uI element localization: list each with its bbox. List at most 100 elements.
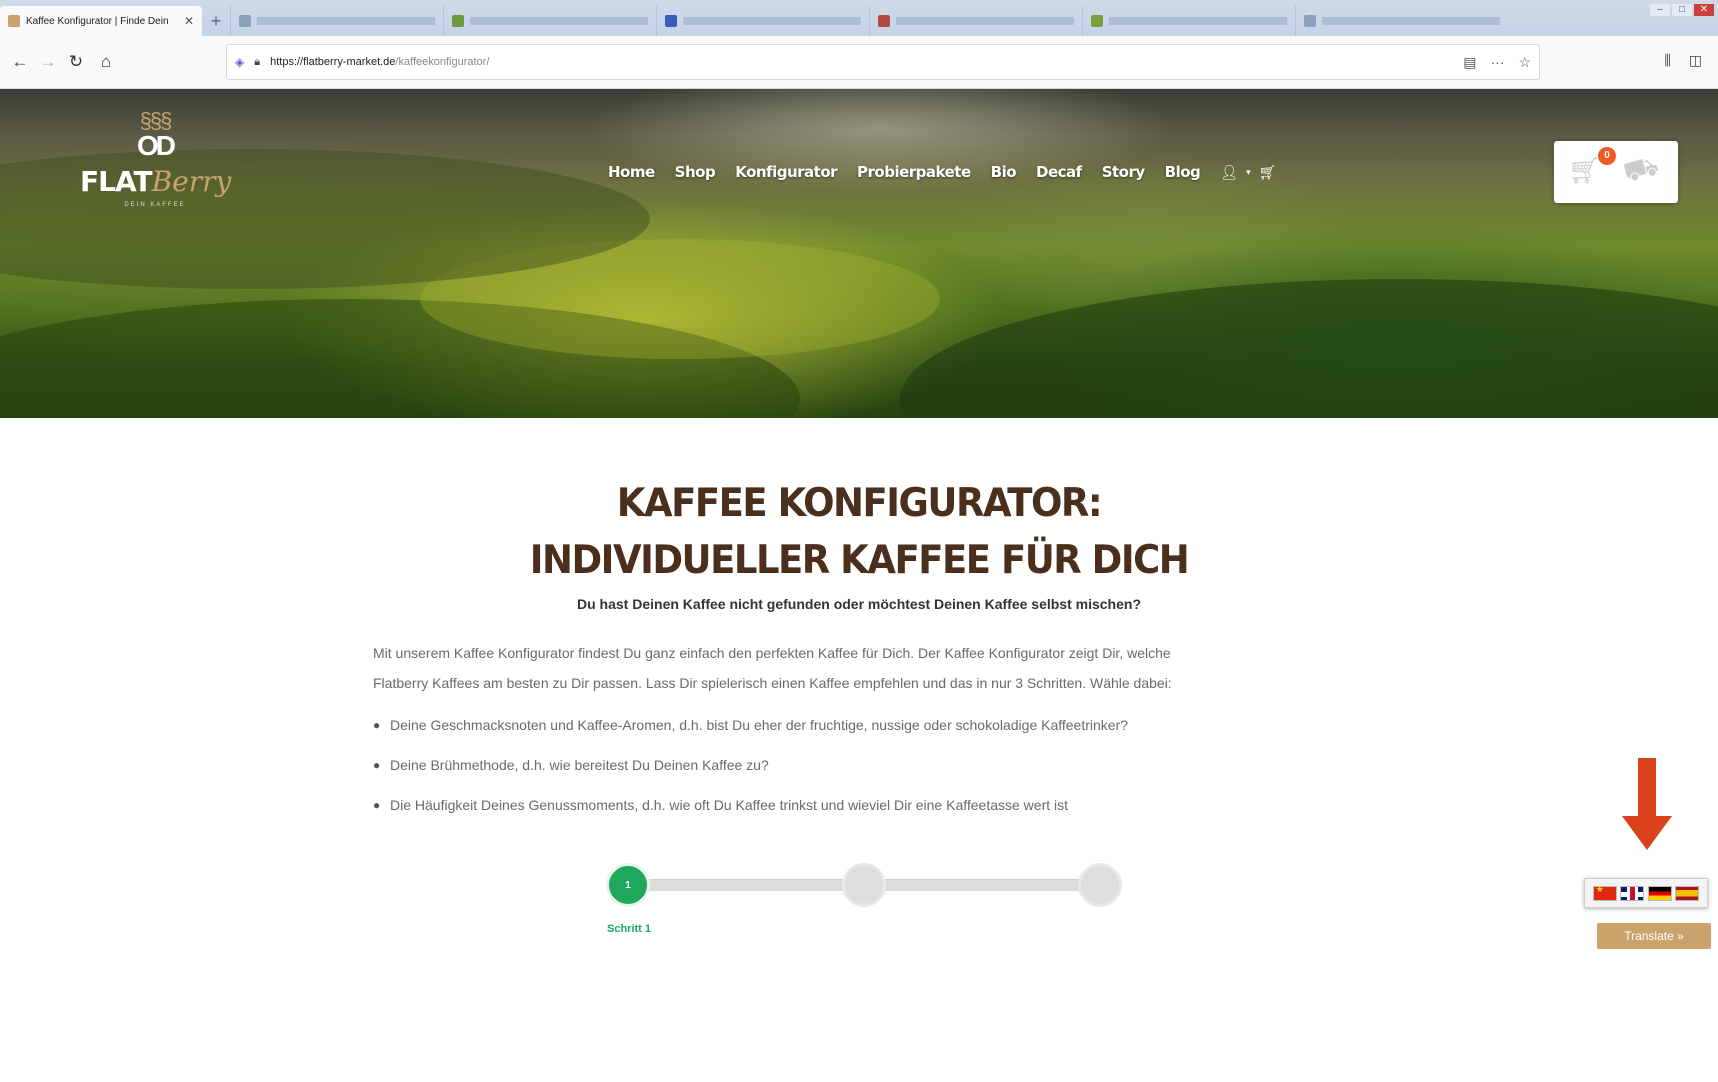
step-1-label: Schritt 1 [607,923,652,935]
configurator-steps-list: ● Deine Geschmacksnoten und Kaffee-Aromen… [373,710,1303,830]
cart-icon[interactable]: 🛒︎ [1259,164,1277,181]
maximize-icon[interactable]: □ [1672,4,1692,16]
page-title-line2: INDIVIDUELLER KAFFEE FÜR DICH [529,537,1190,583]
home-icon: ⌂ [100,52,112,71]
translate-button[interactable]: Translate » [1597,923,1711,949]
browser-navigation-bar: ← → ↻ ⌂ ◈ 🔒︎ https://flatberry-market.de… [0,36,1718,89]
bullet-icon: ● [373,718,381,732]
sidebar-icon[interactable]: ◫ [1689,52,1702,69]
more-icon[interactable]: ··· [1490,54,1504,71]
site-favicon-icon [8,15,20,27]
browser-tab-bar: Kaffee Konfigurator | Finde Dein ✕ + – □… [0,0,1718,36]
tab-favicon-icon [239,15,251,27]
page-title-line1: KAFFEE KONFIGURATOR: [616,480,1103,526]
tab-favicon-icon [452,15,464,27]
star-icon[interactable]: ☆ [1518,54,1531,71]
back-button[interactable]: ← [8,50,32,74]
intro-line: Mit unserem Kaffee Konfigurator findest … [373,645,1171,661]
lock-icon[interactable]: 🔒︎ [254,56,260,69]
chinese-flag-icon[interactable] [1592,884,1617,901]
bullet-icon: ● [373,758,381,772]
list-item-text: Die Häufigkeit Deines Genussmoments, d.h… [390,797,1069,813]
nav-item-decaf[interactable]: Decaf [1036,163,1082,181]
bullet-icon: ● [373,798,381,812]
blurred-tab-title [470,17,648,25]
reload-button[interactable]: ↻ [64,50,88,74]
nav-item-konfigurator[interactable]: Konfigurator [735,163,837,181]
page-subtitle: Du hast Deinen Kaffee nicht gefunden ode… [577,596,1141,612]
delivery-icon: ⛟ [1619,149,1662,189]
logo-tagline: DEIN KAFFEE [124,202,186,208]
step-3-indicator[interactable] [1078,863,1122,907]
blurred-tab-title [896,17,1074,25]
close-tab-icon[interactable]: ✕ [184,14,194,28]
browser-tab[interactable] [869,6,1082,36]
step-1-indicator[interactable]: 1 [606,863,650,907]
uk-flag-icon[interactable] [1620,885,1645,901]
logo-wordmark: FLATBerry [80,165,232,198]
url-actions: ▤ ··· ☆ [1463,54,1531,71]
tab-favicon-icon [878,15,890,27]
library-icon[interactable]: ⫼ [1664,52,1670,69]
blurred-tab-title [1322,17,1500,25]
step-2-indicator[interactable] [842,863,886,907]
list-item: ● Deine Geschmacksnoten und Kaffee-Aromen… [373,710,1303,750]
german-flag-icon[interactable] [1647,885,1672,901]
configurator-stepper: 1 Schritt 1 [600,860,1130,935]
tab-favicon-icon [1091,15,1103,27]
hero-hill-shape [900,279,1718,418]
nav-item-blog[interactable]: Blog [1165,163,1201,181]
tab-favicon-icon [665,15,677,27]
coffee-beans-icon: OD [137,130,176,161]
nav-item-home[interactable]: Home [608,163,655,181]
url-host: https://flatberry-market.de [270,56,396,68]
steam-icon: §§§ [139,108,173,133]
list-item-text: Deine Brühmethode, d.h. wie bereitest Du… [390,757,769,773]
browser-tab[interactable] [230,6,443,36]
minimize-icon[interactable]: – [1650,4,1670,16]
intro-line: Flatberry Kaffees am besten zu Dir passe… [373,675,1172,691]
intro-paragraph: Mit unserem Kaffee Konfigurator findest … [373,638,1303,698]
url-path: /kaffeekonfigurator/ [395,56,490,68]
language-flags [1584,878,1708,908]
window-controls: – □ ✕ [1650,4,1714,16]
shield-icon[interactable]: ◈ [235,55,244,69]
cart-icon: 🛒︎ [1568,155,1602,185]
main-navigation: Home Shop Konfigurator Probierpakete Bio… [608,163,1284,181]
close-window-icon[interactable]: ✕ [1694,4,1714,16]
logo-word-flat: FLAT [80,165,153,198]
hero-header: §§§ OD FLATBerry DEIN KAFFEE Home Shop K… [0,89,1718,418]
blurred-tab-title [257,17,435,25]
browser-tab[interactable] [443,6,656,36]
list-item: ● Deine Brühmethode, d.h. wie bereitest D… [373,750,1303,790]
list-item-text: Deine Geschmacksnoten und Kaffee-Aromen,… [390,717,1129,733]
forward-button[interactable]: → [36,50,60,74]
arrow-left-icon: ← [11,52,29,71]
annotation-arrow-down-icon [1622,758,1672,850]
nav-item-bio[interactable]: Bio [991,163,1017,181]
nav-item-probierpakete[interactable]: Probierpakete [857,163,971,181]
browser-tab[interactable] [1082,6,1295,36]
url-bar[interactable]: ◈ 🔒︎ https://flatberry-market.de/kaffeek… [226,44,1540,80]
cart-widget[interactable]: 🛒︎ 0 ⛟ [1554,141,1678,203]
nav-item-shop[interactable]: Shop [675,163,716,181]
blurred-tab-title [1109,17,1287,25]
browser-tab[interactable] [1295,6,1508,36]
list-item: ● Die Häufigkeit Deines Genussmoments, d.… [373,790,1303,830]
new-tab-icon[interactable]: + [202,6,230,36]
browser-tab-title: Kaffee Konfigurator | Finde Dein [26,15,169,27]
tab-favicon-icon [1304,15,1316,27]
nav-item-story[interactable]: Story [1102,163,1145,181]
spanish-flag-icon[interactable] [1675,885,1700,901]
browser-tab[interactable] [656,6,869,36]
reader-view-icon[interactable]: ▤ [1463,54,1476,71]
site-logo[interactable]: §§§ OD FLATBerry DEIN KAFFEE [80,108,232,231]
logo-word-berry: Berry [151,165,232,198]
reload-icon: ↻ [68,52,84,71]
chevron-down-icon[interactable]: ▾ [1246,167,1251,178]
blurred-tab-title [683,17,861,25]
arrow-right-icon: → [39,52,57,71]
browser-tab-active[interactable]: Kaffee Konfigurator | Finde Dein ✕ [0,6,202,36]
user-account-icon[interactable]: 👤︎ [1220,164,1238,181]
home-button[interactable]: ⌂ [94,50,118,74]
